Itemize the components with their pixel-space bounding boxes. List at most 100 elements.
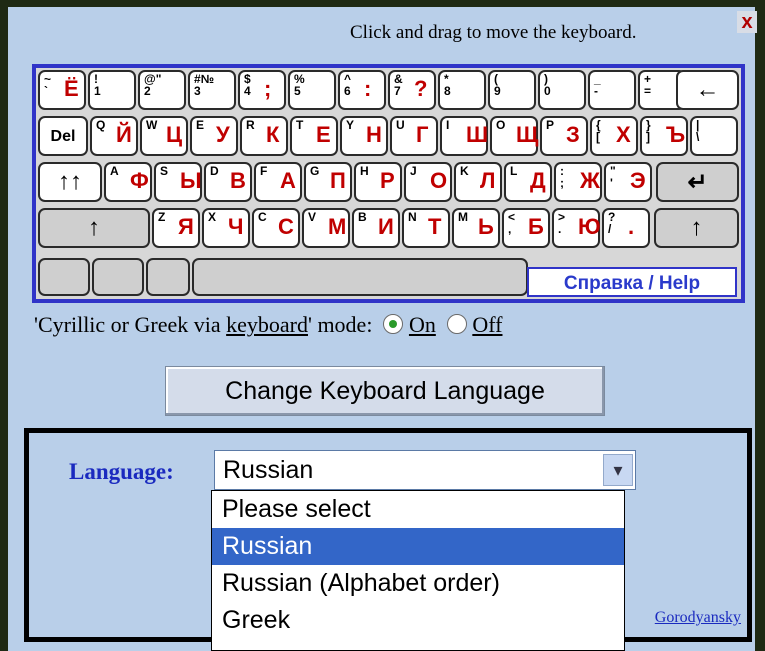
- key-row1-8[interactable]: * 8: [438, 70, 486, 110]
- key-row2-9-latin: P: [546, 118, 555, 132]
- change-keyboard-language-button[interactable]: Change Keyboard Language: [165, 366, 605, 416]
- key-row3-1-cyrillic: Ы: [180, 168, 202, 193]
- key-row2-11[interactable]: } ] Ъ: [640, 116, 688, 156]
- key-row3-6-cyrillic: О: [430, 168, 448, 193]
- language-option[interactable]: Greek: [212, 602, 624, 639]
- key-row2-2[interactable]: EУ: [190, 116, 238, 156]
- credit-link[interactable]: Gorodyansky: [655, 609, 741, 627]
- help-link[interactable]: Справка / Help: [527, 267, 737, 297]
- key-row4-3-latin: V: [308, 210, 317, 224]
- close-button[interactable]: x: [737, 11, 757, 33]
- key-row3-4[interactable]: GП: [304, 162, 352, 202]
- key-row2-6[interactable]: UГ: [390, 116, 438, 156]
- fn-key[interactable]: [146, 258, 190, 296]
- key-row1-7[interactable]: & 7?: [388, 70, 436, 110]
- key-row4-5[interactable]: NТ: [402, 208, 450, 248]
- key-row2-1-latin: W: [146, 118, 158, 132]
- caps-lock-key-label: ↑↑: [58, 168, 82, 195]
- key-row1-0-latin: ~ `: [44, 72, 52, 98]
- window-top-edge: [0, 0, 765, 7]
- key-row4-9[interactable]: ? /.: [602, 208, 650, 248]
- shift-right-key-label: ↑: [690, 214, 703, 241]
- key-row3-3-latin: F: [260, 164, 268, 178]
- key-row1-9[interactable]: ( 9: [488, 70, 536, 110]
- key-row2-7[interactable]: IШ: [440, 116, 488, 156]
- ctrl-key[interactable]: [38, 258, 90, 296]
- key-row1-10[interactable]: ) 0: [538, 70, 586, 110]
- key-row2-5[interactable]: YН: [340, 116, 388, 156]
- space-key[interactable]: [192, 258, 528, 296]
- enter-key[interactable]: ↵: [656, 162, 739, 202]
- key-row4-0[interactable]: ZЯ: [152, 208, 200, 248]
- key-row2-12[interactable]: | \: [690, 116, 738, 156]
- key-row3-8[interactable]: LД: [504, 162, 552, 202]
- backspace-key[interactable]: ←: [676, 70, 739, 110]
- key-row2-0-cyrillic: Й: [116, 122, 132, 147]
- key-row3-6[interactable]: JО: [404, 162, 452, 202]
- key-row4-0-latin: Z: [158, 210, 166, 224]
- key-row2-4[interactable]: TЕ: [290, 116, 338, 156]
- mode-on-label[interactable]: On: [409, 312, 436, 337]
- key-row1-5[interactable]: % 5: [288, 70, 336, 110]
- key-row2-7-latin: I: [446, 118, 450, 132]
- key-row3-10[interactable]: " ' Э: [604, 162, 652, 202]
- key-row2-10[interactable]: { [Х: [590, 116, 638, 156]
- key-row4-8-latin: > .: [558, 210, 566, 236]
- drag-hint-text[interactable]: Click and drag to move the keyboard.: [350, 22, 637, 44]
- key-row4-6[interactable]: MЬ: [452, 208, 500, 248]
- key-row3-4-latin: G: [310, 164, 320, 178]
- key-row1-3-latin: #№ 3: [194, 72, 215, 98]
- caps-lock-key[interactable]: ↑↑: [38, 162, 102, 202]
- key-row2-9[interactable]: PЗ: [540, 116, 588, 156]
- key-row3-3[interactable]: FА: [254, 162, 302, 202]
- key-row2-8[interactable]: OЩ: [490, 116, 538, 156]
- language-select-value: Russian: [223, 456, 314, 484]
- keyboard-link[interactable]: keyboard: [226, 312, 308, 337]
- key-row1-2-latin: @" 2: [144, 72, 162, 98]
- key-row3-2[interactable]: DВ: [204, 162, 252, 202]
- key-row1-7-latin: & 7: [394, 72, 403, 98]
- key-row3-9[interactable]: : ; Ж: [554, 162, 602, 202]
- key-row1-0-cyrillic: Ё: [64, 76, 79, 101]
- key-row3-6-latin: J: [410, 164, 417, 178]
- key-row1-1[interactable]: ! 1: [88, 70, 136, 110]
- language-option[interactable]: Russian: [212, 528, 624, 565]
- key-row4-4-cyrillic: И: [378, 214, 394, 239]
- alt-key[interactable]: [92, 258, 144, 296]
- key-row4-4[interactable]: BИ: [352, 208, 400, 248]
- key-row2-3[interactable]: RК: [240, 116, 288, 156]
- key-row1-2[interactable]: @" 2: [138, 70, 186, 110]
- key-row3-0[interactable]: AФ: [104, 162, 152, 202]
- key-row4-2[interactable]: CС: [252, 208, 300, 248]
- key-row2-5-latin: Y: [346, 118, 355, 132]
- mode-label-suffix: ' mode:: [307, 312, 373, 337]
- key-row4-7[interactable]: < , Б: [502, 208, 550, 248]
- key-row2-1[interactable]: WЦ: [140, 116, 188, 156]
- language-select[interactable]: Russian ▾: [214, 450, 636, 490]
- language-option[interactable]: Russian (Alphabet order): [212, 565, 624, 602]
- key-row1-0[interactable]: ~ ` Ё: [38, 70, 86, 110]
- mode-off-radio[interactable]: [446, 314, 467, 334]
- key-row3-1[interactable]: SЫ: [154, 162, 202, 202]
- chevron-down-icon[interactable]: ▾: [603, 454, 633, 486]
- key-row2-0[interactable]: QЙ: [90, 116, 138, 156]
- shift-left-key[interactable]: ↑: [38, 208, 150, 248]
- key-row3-5[interactable]: HР: [354, 162, 402, 202]
- shift-right-key[interactable]: ↑: [654, 208, 739, 248]
- key-row1-11[interactable]: _ -: [588, 70, 636, 110]
- key-row1-6[interactable]: ^ 6:: [338, 70, 386, 110]
- delete-key[interactable]: Del: [38, 116, 88, 156]
- key-row4-1-latin: X: [208, 210, 217, 224]
- key-row1-4[interactable]: $ 4;: [238, 70, 286, 110]
- language-option[interactable]: Please select: [212, 491, 624, 528]
- key-row3-7[interactable]: KЛ: [454, 162, 502, 202]
- key-row4-4-latin: B: [358, 210, 367, 224]
- key-row1-3[interactable]: #№ 3: [188, 70, 236, 110]
- key-row3-3-cyrillic: А: [280, 168, 296, 193]
- key-row4-3[interactable]: VМ: [302, 208, 350, 248]
- mode-off-label[interactable]: Off: [472, 312, 502, 337]
- key-row4-1[interactable]: XЧ: [202, 208, 250, 248]
- key-row1-8-latin: * 8: [444, 72, 451, 98]
- mode-on-radio[interactable]: [383, 314, 404, 334]
- key-row4-8[interactable]: > . Ю: [552, 208, 601, 248]
